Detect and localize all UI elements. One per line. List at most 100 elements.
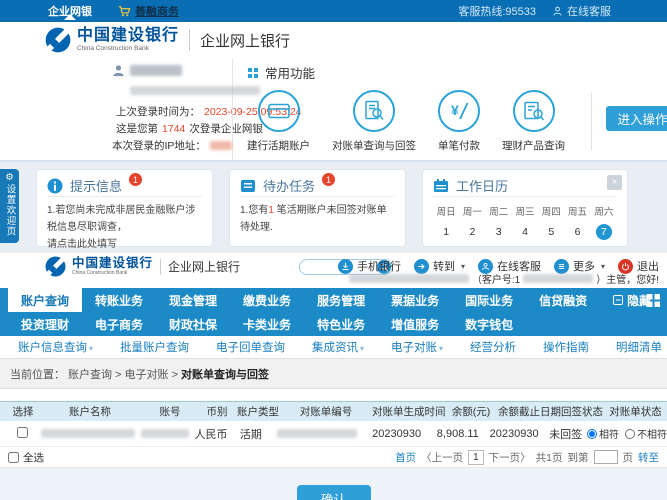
submenu-item-label: 电子对账	[391, 342, 438, 354]
online-service-link[interactable]: 在线客服	[552, 3, 611, 19]
tips-line-1: 1.若您尚未完成非居民金融账户涉税信息尽职调查，	[47, 205, 196, 233]
nav-item[interactable]: 服务管理	[304, 288, 378, 312]
table-header-cell: 账号	[159, 406, 181, 418]
apps-grid-icon[interactable]	[646, 293, 661, 308]
select-all-checkbox[interactable]	[8, 451, 19, 463]
select-all[interactable]: 全选	[8, 450, 44, 465]
nav-item[interactable]: 财政社保	[156, 312, 230, 336]
nav-row-2: 投资理财 电子商务 财政社保 卡类业务 特色业务 增值服务 数字钱包	[0, 312, 667, 336]
chevron-down-icon	[437, 342, 443, 354]
tab-shanrong-mall[interactable]: 善融商务	[118, 3, 179, 19]
function-statement-query[interactable]: 对账单查询与回签	[332, 90, 416, 153]
goto-page-input[interactable]	[593, 450, 618, 464]
calendar-date[interactable]: 7	[595, 224, 612, 240]
first-page-link[interactable]: 首页	[395, 450, 416, 465]
nav-item-label: 信贷融资	[539, 293, 588, 308]
portal-header: 中国建设银行 China Construction Bank 企业网上银行 手机…	[0, 253, 667, 288]
match-radio-option[interactable]: 相符	[587, 426, 619, 441]
submenu-item[interactable]: 批量账户查询	[120, 339, 189, 355]
todo-prefix: 1.您有	[240, 205, 269, 216]
function-single-payment[interactable]: ¥ 单笔付款	[438, 90, 480, 153]
close-icon[interactable]: ×	[607, 175, 622, 190]
login-count-row: 这是您第 1744 次登录企业网银	[112, 121, 263, 136]
nav-item[interactable]: 投资理财	[8, 312, 82, 336]
todo-body[interactable]: 1.您有1 笔活期账户未回签对账单待处理.	[240, 202, 395, 236]
calendar-date[interactable]: 3	[491, 224, 507, 240]
brand-name-en: China Construction Bank	[72, 270, 128, 277]
common-functions-header: 常用功能	[247, 63, 667, 82]
enter-operations-button[interactable]: 进入操作页面	[606, 106, 667, 131]
calendar-day-name: 周日	[436, 207, 456, 218]
calendar-date[interactable]: 2	[464, 224, 480, 240]
nav-item[interactable]: 电子商务	[82, 312, 156, 336]
function-current-account[interactable]: 建行活期账户	[247, 90, 310, 153]
confirm-button[interactable]: 确认	[296, 485, 371, 500]
match-label: 相符	[599, 430, 620, 441]
mismatch-radio-option[interactable]: 不相符	[625, 426, 667, 441]
nav-item[interactable]: 账户查询	[8, 288, 83, 312]
nav-item[interactable]: 增值服务	[378, 312, 452, 336]
info-icon	[47, 178, 63, 193]
nav-item[interactable]: 卡类业务	[230, 312, 304, 336]
breadcrumb-trail[interactable]: 账户查询 > 电子对账 >	[68, 366, 178, 382]
row-checkbox[interactable]	[17, 426, 29, 438]
submenu-item-label: 电子回单查询	[216, 342, 286, 354]
submenu-item[interactable]: 集成资讯	[312, 339, 364, 355]
tips-panel: 提示信息 1 1.若您尚未完成非居民金融账户涉税信息尽职调查， 请点击此处填写	[36, 169, 213, 250]
gear-icon: ⚙	[5, 172, 14, 183]
nav-item[interactable]: 现金管理	[156, 288, 230, 312]
portal-brand: 中国建设银行 China Construction Bank 企业网上银行	[45, 256, 240, 277]
nav-item[interactable]: 转账业务	[82, 288, 156, 312]
nav-item[interactable]: 信贷融资	[526, 288, 600, 312]
table-header-cell: 账户类型	[237, 406, 279, 418]
submenu-item[interactable]: 电子回单查询	[216, 339, 285, 355]
submenu-item[interactable]: 操作指南	[543, 339, 589, 355]
set-welcome-page-tab[interactable]: ⚙ 设置欢迎页	[0, 169, 19, 243]
user-icon	[113, 64, 124, 76]
nav-item[interactable]: 数字钱包	[452, 312, 526, 336]
prev-page-link[interactable]: 〈上一页	[421, 450, 463, 465]
tab-corporate-ebank[interactable]: 企业网银	[48, 3, 92, 20]
brand-header: 中国建设银行 China Construction Bank 企业网上银行	[0, 22, 667, 58]
mismatch-radio[interactable]	[625, 428, 636, 439]
calendar-date[interactable]: 5	[543, 224, 559, 240]
tab-shanrong-label: 善融商务	[135, 6, 179, 18]
nav-item-label: 财政社保	[169, 317, 218, 332]
nav-item[interactable]: 票据业务	[378, 288, 452, 312]
brand-name-cn: 中国建设银行	[77, 26, 180, 44]
function-label: 理财产品查询	[502, 140, 565, 152]
product-title: 企业网上银行	[200, 32, 291, 50]
calendar-day-name: 周一	[462, 207, 482, 218]
submenu-item[interactable]: 账户信息查询	[18, 339, 93, 355]
calendar-day-name: 周六	[594, 207, 614, 218]
submenu-item[interactable]: 经营分析	[470, 339, 516, 355]
calendar-date[interactable]: 1	[438, 224, 454, 240]
match-radio[interactable]	[587, 428, 598, 439]
top-bar-right: 客服热线:95533 在线客服	[458, 3, 657, 19]
calendar-date[interactable]: 6	[570, 224, 586, 240]
breadcrumb: 当前位置： 账户查询 > 电子对账 > 对账单查询与回签	[0, 359, 667, 389]
vertical-divider	[591, 92, 592, 150]
row-select-cell	[8, 426, 37, 441]
function-wealth-query[interactable]: 理财产品查询	[502, 90, 565, 153]
select-all-label: 全选	[23, 451, 44, 464]
function-label: 对账单查询与回签	[332, 140, 416, 152]
nav-item[interactable]: 缴费业务	[230, 288, 304, 312]
calendar-date[interactable]: 4	[517, 224, 533, 240]
submenu-item[interactable]: 电子对账	[391, 339, 443, 355]
submenu-item-label: 集成资讯	[312, 342, 359, 354]
goto-page-button[interactable]: 转至	[638, 450, 659, 465]
redacted-account-name	[40, 429, 135, 439]
table-header-cell: 对账单状态	[609, 406, 662, 418]
nav-item[interactable]: 特色业务	[304, 312, 378, 336]
page: 企业网银 善融商务 客服热线:95533 在线客服 中国建设银行 China C…	[0, 0, 667, 500]
nav-item-label: 转账业务	[95, 293, 144, 308]
table-header-cell: 余额截止日期	[498, 406, 561, 418]
tips-body[interactable]: 1.若您尚未完成非居民金融账户涉税信息尽职调查， 请点击此处填写	[47, 202, 202, 253]
nav-item-label: 增值服务	[391, 317, 440, 332]
nav-item[interactable]: 国际业务	[452, 288, 526, 312]
nav-item-label: 服务管理	[317, 293, 366, 308]
calendar-title: 工作日历	[456, 179, 509, 194]
next-page-link[interactable]: 下一页〉	[489, 450, 531, 465]
submenu-item[interactable]: 明细清单	[616, 339, 662, 355]
